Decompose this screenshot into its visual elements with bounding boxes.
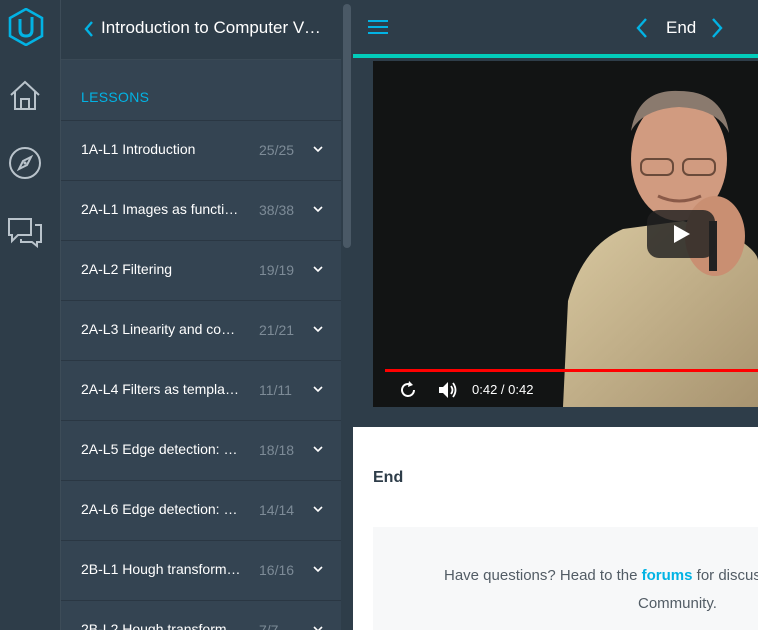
video-time: 0:42 / 0:42 — [472, 382, 534, 397]
hamburger-menu-icon[interactable] — [368, 18, 390, 36]
home-icon[interactable] — [7, 78, 43, 114]
lesson-name: 2A-L6 Edge detection: 2D operators — [81, 501, 241, 517]
lesson-name: 1A-L1 Introduction — [81, 141, 196, 157]
concept-crumb: End — [666, 18, 697, 37]
lesson-name: 2B-L2 Hough transform: Circles — [81, 621, 241, 630]
video-player[interactable]: 0:42 / 0:42 — [373, 61, 758, 407]
lesson-progress-count: 19/19 — [259, 262, 295, 278]
concept-title: End — [373, 469, 404, 486]
chevron-down-icon[interactable] — [313, 385, 323, 393]
replay-icon[interactable] — [398, 380, 418, 400]
chevron-down-icon[interactable] — [313, 505, 323, 513]
lesson-name: 2B-L1 Hough transform: Lines — [81, 561, 241, 577]
help-prefix: Have questions? Head to the — [444, 567, 642, 584]
lesson-item[interactable]: 2A-L4 Filters as templates 11/11 — [61, 360, 341, 420]
lesson-item[interactable]: 2A-L5 Edge detection: Gradients 18/18 — [61, 420, 341, 480]
video-section: 0:42 / 0:42 — [353, 58, 758, 427]
lesson-progress-count: 25/25 — [259, 142, 295, 158]
chevron-down-icon[interactable] — [313, 565, 323, 573]
lesson-progress-count: 18/18 — [259, 442, 295, 458]
chevron-down-icon[interactable] — [313, 145, 323, 153]
help-text: Have questions? Head to the forums for d… — [444, 567, 758, 584]
chevron-down-icon[interactable] — [313, 325, 323, 333]
lesson-item[interactable]: 2A-L6 Edge detection: 2D operators 14/14 — [61, 480, 341, 540]
course-header[interactable]: Introduction to Computer Vision — [61, 0, 341, 60]
lesson-progress-count: 11/11 — [259, 382, 292, 398]
lesson-progress-count: 38/38 — [259, 202, 295, 218]
lessons-sidebar: Introduction to Computer Vision LESSONS … — [61, 0, 352, 630]
compass-icon[interactable] — [7, 145, 43, 181]
lesson-name: 2A-L1 Images as functions — [81, 201, 241, 217]
chevron-down-icon[interactable] — [313, 625, 323, 630]
lesson-item[interactable]: 2B-L2 Hough transform: Circles 7/7 — [61, 600, 341, 630]
global-nav-rail — [0, 0, 61, 630]
udacity-logo-icon[interactable] — [8, 8, 44, 46]
chevron-left-icon[interactable] — [83, 20, 95, 38]
previous-concept-button[interactable] — [635, 17, 649, 39]
lesson-progress-count: 21/21 — [259, 322, 295, 338]
next-concept-button[interactable] — [710, 17, 724, 39]
chevron-down-icon[interactable] — [313, 205, 323, 213]
lessons-label: LESSONS — [81, 89, 150, 105]
forum-help-box: Have questions? Head to the forums for d… — [373, 527, 758, 630]
lesson-name: 2A-L4 Filters as templates — [81, 381, 241, 397]
lesson-name: 2A-L3 Linearity and convolution — [81, 321, 241, 337]
play-button-icon[interactable] — [647, 210, 715, 258]
main-content: End 0:42 / 0:42 End Have questions? Head… — [353, 0, 758, 630]
sidebar-scrollbar[interactable] — [341, 0, 352, 630]
help-suffix: for discussion with the Udacity — [696, 567, 758, 584]
lessons-section-header: LESSONS — [61, 60, 341, 120]
lesson-item[interactable]: 1A-L1 Introduction 25/25 — [61, 120, 341, 180]
chevron-down-icon[interactable] — [313, 265, 323, 273]
course-title: Introduction to Computer Vision — [101, 18, 321, 37]
lesson-item[interactable]: 2B-L1 Hough transform: Lines 16/16 — [61, 540, 341, 600]
lesson-progress-count: 16/16 — [259, 562, 295, 578]
chevron-down-icon[interactable] — [313, 445, 323, 453]
lesson-name: 2A-L2 Filtering — [81, 261, 173, 277]
top-bar: End — [353, 0, 758, 58]
lesson-name: 2A-L5 Edge detection: Gradients — [81, 441, 241, 457]
lesson-progress-count: 7/7 — [259, 622, 279, 630]
chat-icon[interactable] — [7, 213, 43, 249]
lesson-item[interactable]: 2A-L3 Linearity and convolution 21/21 — [61, 300, 341, 360]
lesson-progress-count: 14/14 — [259, 502, 295, 518]
lesson-item[interactable]: 2A-L1 Images as functions 38/38 — [61, 180, 341, 240]
video-progress-bar[interactable] — [385, 369, 758, 372]
forums-link[interactable]: forums — [642, 567, 693, 584]
scrollbar-thumb[interactable] — [343, 4, 351, 248]
volume-icon[interactable] — [438, 381, 458, 399]
help-text-line2: Community. — [638, 595, 717, 612]
lesson-item[interactable]: 2A-L2 Filtering 19/19 — [61, 240, 341, 300]
